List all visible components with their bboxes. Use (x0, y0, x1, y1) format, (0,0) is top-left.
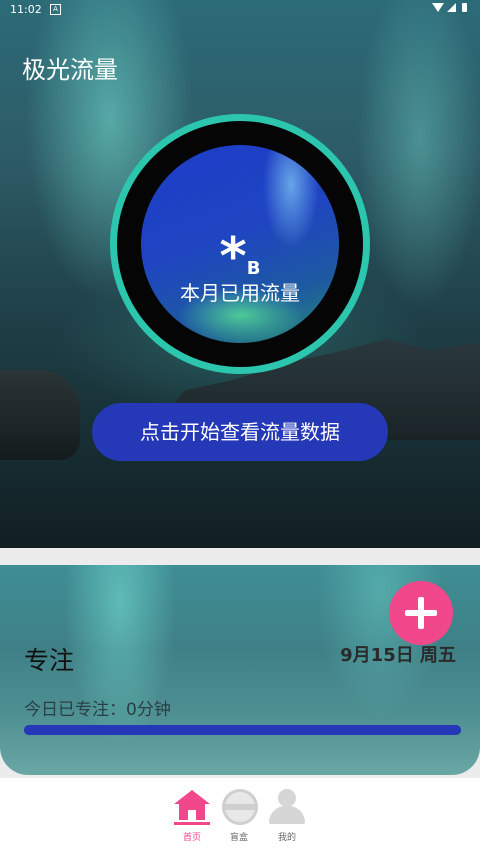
usage-value: *B (141, 231, 339, 283)
focus-progress-fill (24, 725, 461, 735)
usage-circle: *B 本月已用流量 (141, 145, 339, 343)
rock-silhouette (0, 370, 80, 460)
user-icon-head (278, 789, 296, 807)
wifi-icon (432, 3, 444, 12)
signal-icon (447, 3, 456, 12)
plus-icon-vertical (418, 597, 424, 629)
battery-icon (462, 3, 467, 12)
status-time: 11:02 (10, 3, 42, 16)
usage-label: 本月已用流量 (180, 281, 300, 305)
status-bar: 11:02 A (0, 0, 480, 20)
home-icon (174, 790, 210, 804)
nav-label-blindbox: 盲盒 (229, 833, 248, 843)
user-icon (267, 788, 307, 826)
focus-date: 9月15日 周五 (340, 645, 456, 666)
usage-ring-border: *B 本月已用流量 (117, 121, 363, 367)
bottom-nav: 首页 盲盒 我的 (0, 778, 480, 855)
home-icon-door (188, 810, 196, 820)
add-focus-button[interactable] (389, 581, 453, 645)
focus-progress-bar (24, 725, 461, 735)
blindbox-icon (222, 789, 258, 825)
focus-title: 专注 (24, 646, 75, 675)
usage-ring: *B 本月已用流量 (110, 114, 370, 374)
nav-label-home: 首页 (182, 833, 201, 843)
notification-icon: A (50, 4, 61, 15)
app-title: 极光流量 (22, 56, 118, 84)
user-icon-body (269, 806, 305, 824)
start-view-usage-button[interactable]: 点击开始查看流量数据 (92, 403, 388, 461)
focus-today-label: 今日已专注：0分钟 (24, 700, 171, 720)
nav-label-mine: 我的 (277, 833, 296, 843)
usage-unit: B (246, 258, 261, 279)
blindbox-icon-band (225, 804, 255, 810)
home-icon-underline (174, 822, 210, 825)
